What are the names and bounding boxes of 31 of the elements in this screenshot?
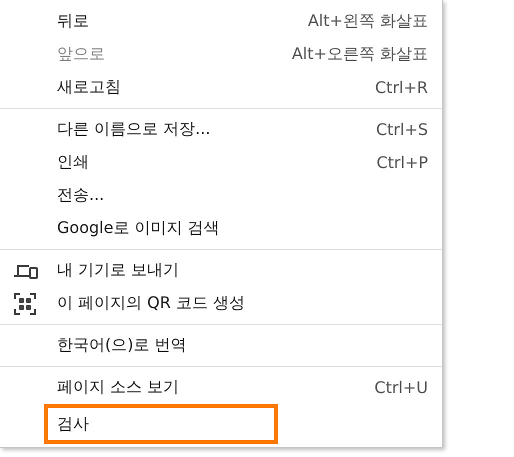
- menu-item[interactable]: 검사: [44, 404, 278, 444]
- menu-item[interactable]: 새로고침 Ctrl+R: [0, 71, 442, 104]
- menu-item-label: 내 기기로 보내기: [57, 260, 180, 281]
- menu-item[interactable]: 전송...: [0, 179, 442, 212]
- shortcut-text: Ctrl+P: [376, 153, 428, 172]
- menu-item[interactable]: 한국어(으)로 번역: [0, 329, 442, 362]
- menu-item-label: 검사: [57, 414, 90, 434]
- shortcut-text: Ctrl+R: [375, 78, 428, 97]
- shortcut-text: Ctrl+U: [374, 378, 428, 397]
- menu-item-label: 이 페이지의 QR 코드 생성: [57, 293, 246, 314]
- menu-item-label: 인쇄: [57, 152, 90, 173]
- devices-icon: [14, 262, 38, 278]
- shortcut-text: Ctrl+S: [376, 120, 428, 139]
- menu-item-label: 한국어(으)로 번역: [57, 335, 188, 356]
- shortcut-text: Alt+왼쪽 화살표: [308, 11, 428, 32]
- menu-item[interactable]: 뒤로 Alt+왼쪽 화살표: [0, 5, 442, 38]
- menu-item-label: 새로고침: [57, 77, 122, 98]
- menu-item-label: Google로 이미지 검색: [57, 218, 221, 239]
- menu-item[interactable]: 내 기기로 보내기: [0, 254, 442, 287]
- menu-item[interactable]: 인쇄 Ctrl+P: [0, 146, 442, 179]
- shortcut-text: Alt+오른쪽 화살표: [292, 44, 428, 65]
- menu-item[interactable]: 페이지 소스 보기 Ctrl+U: [0, 371, 442, 404]
- menu-item-label: 뒤로: [57, 11, 90, 32]
- qr-code-icon: [14, 292, 36, 314]
- menu-item[interactable]: 다른 이름으로 저장... Ctrl+S: [0, 113, 442, 146]
- menu-item[interactable]: 이 페이지의 QR 코드 생성: [0, 287, 442, 320]
- menu-item-label: 앞으로: [57, 44, 106, 65]
- menu-item-label: 전송...: [57, 185, 106, 206]
- menu-item-label: 페이지 소스 보기: [57, 377, 180, 398]
- menu-item[interactable]: Google로 이미지 검색: [0, 212, 442, 245]
- menu-item-label: 다른 이름으로 저장...: [57, 119, 212, 140]
